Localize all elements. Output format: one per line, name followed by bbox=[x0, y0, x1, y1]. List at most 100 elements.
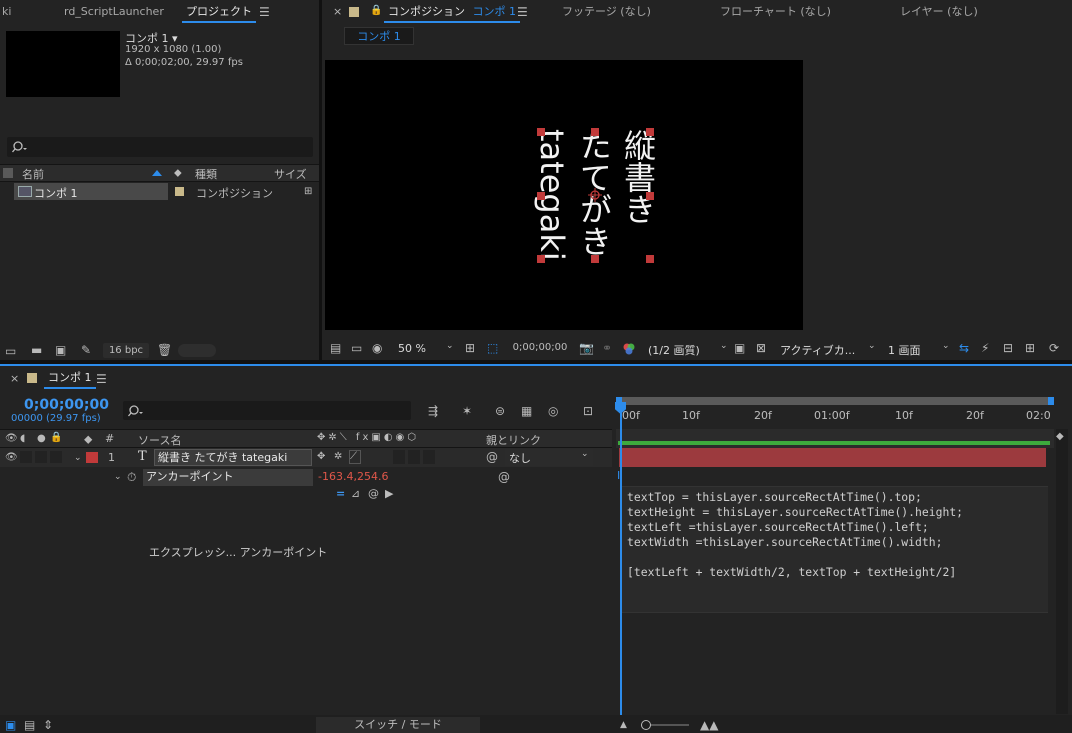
work-area-end-handle[interactable] bbox=[1048, 397, 1054, 405]
project-item-row[interactable]: コンポ 1 bbox=[14, 183, 168, 200]
views-select[interactable]: 1 画面 ⌄ bbox=[884, 341, 954, 357]
tab-layer[interactable]: レイヤー (なし) bbox=[900, 0, 978, 24]
expand-chevron-icon[interactable]: ⌄ bbox=[74, 451, 82, 465]
audio-toggle[interactable] bbox=[20, 451, 32, 463]
bbox-handle-tl[interactable] bbox=[537, 128, 545, 136]
new-folder-icon[interactable]: ▬ bbox=[31, 343, 42, 357]
column-size[interactable]: サイズ bbox=[274, 166, 307, 182]
solo-toggle[interactable] bbox=[35, 451, 47, 463]
breadcrumb[interactable]: コンポ 1 bbox=[344, 27, 414, 45]
layer-duration-bar[interactable] bbox=[619, 448, 1046, 467]
bbox-handle-mr[interactable] bbox=[646, 192, 654, 200]
comp-flowchart-icon[interactable]: ⇶ bbox=[428, 404, 438, 418]
bbox-handle-br[interactable] bbox=[646, 255, 654, 263]
tab-footage[interactable]: フッテージ (なし) bbox=[562, 0, 651, 24]
region-icon[interactable]: ▣ bbox=[734, 341, 745, 355]
layer-label-color[interactable] bbox=[86, 452, 98, 463]
thumbnail-slider[interactable] bbox=[178, 344, 216, 357]
pickwhip-icon[interactable]: @ bbox=[486, 450, 498, 464]
hamburger-icon[interactable]: ☰ bbox=[517, 5, 528, 19]
bbox-handle-bl[interactable] bbox=[537, 255, 545, 263]
camera-select[interactable]: アクティブカ... ⌄ bbox=[776, 341, 880, 357]
close-icon[interactable]: × bbox=[333, 5, 342, 19]
expression-pickwhip-icon[interactable]: @ bbox=[368, 487, 379, 500]
layer-switch-collapse[interactable]: ✲ bbox=[334, 451, 342, 462]
parent-select[interactable]: なし ⌄ bbox=[505, 449, 593, 466]
timecode-display[interactable]: 0;00;00;00 bbox=[510, 342, 570, 353]
layer-switch-anchor[interactable]: ✥ bbox=[317, 451, 325, 462]
region-of-interest-icon[interactable]: ⬚ bbox=[487, 341, 498, 355]
expression-graph-icon[interactable]: ⊿ bbox=[351, 487, 360, 500]
column-source-name[interactable]: ソース名 bbox=[138, 432, 181, 448]
draft-3d-icon[interactable]: ✶ bbox=[462, 404, 472, 418]
work-area-bar[interactable] bbox=[616, 397, 1054, 405]
layer-name[interactable]: 縦書き たてがき tategaki bbox=[154, 449, 312, 466]
tab-timeline-comp[interactable]: コンポ 1 bbox=[44, 366, 95, 390]
graph-editor-icon[interactable]: ⊡ bbox=[583, 404, 593, 418]
horizontal-divider[interactable] bbox=[0, 360, 1072, 364]
column-parent[interactable]: 親とリンク bbox=[486, 432, 541, 448]
zoom-out-icon[interactable]: ▲ bbox=[620, 718, 627, 732]
bbox-handle-tr[interactable] bbox=[646, 128, 654, 136]
lock-icon[interactable]: 🔒 bbox=[370, 5, 382, 16]
expand-chevron-icon[interactable]: ⌄ bbox=[114, 470, 122, 484]
grid-guides-icon[interactable]: ⊞ bbox=[465, 341, 475, 355]
pickwhip-icon[interactable]: @ bbox=[498, 470, 510, 484]
visibility-toggle-icon[interactable]: 👁 bbox=[5, 451, 18, 465]
expression-editor[interactable]: textTop = thisLayer.sourceRectAtTime().t… bbox=[621, 486, 1048, 613]
vertical-divider[interactable] bbox=[319, 0, 322, 362]
column-type[interactable]: 種類 bbox=[195, 166, 217, 182]
tab-flowchart[interactable]: フローチャート (なし) bbox=[720, 0, 831, 24]
close-icon[interactable]: × bbox=[10, 372, 19, 386]
layer-switch-blank-3[interactable] bbox=[423, 450, 435, 464]
transparency-grid-icon[interactable]: ⊠ bbox=[756, 341, 766, 355]
always-preview-icon[interactable]: ▤ bbox=[330, 341, 341, 355]
flowchart-icon[interactable]: ⊞ bbox=[1025, 341, 1035, 355]
transfer-controls-icon[interactable]: ▤ bbox=[24, 718, 35, 732]
shy-icon[interactable]: ⊜ bbox=[495, 404, 505, 418]
current-time[interactable]: 0;00;00;00 bbox=[24, 397, 109, 413]
stopwatch-icon[interactable]: ⏱ bbox=[127, 470, 136, 484]
property-value-x[interactable]: -163.4 bbox=[318, 470, 353, 483]
motion-blur-icon[interactable]: ◎ bbox=[548, 404, 558, 418]
flowchart-icon[interactable]: ⊞ bbox=[304, 186, 312, 197]
switches-modes-toggle[interactable]: スイッチ / モード bbox=[316, 717, 480, 733]
layer-row[interactable]: 👁 ⌄ 1 T 縦書き たてがき tategaki ✥ ✲ ⟋ @ なし ⌄ bbox=[0, 448, 612, 467]
frame-blending-icon[interactable]: ▦ bbox=[521, 404, 532, 418]
composition-canvas[interactable]: 縦書き たてがき tategaki bbox=[325, 60, 803, 330]
hamburger-icon[interactable]: ☰ bbox=[96, 372, 107, 386]
timeline-scrollbar[interactable] bbox=[1056, 429, 1068, 714]
monitor-icon[interactable]: ▭ bbox=[351, 341, 362, 355]
comp-marker-icon[interactable]: ◆ bbox=[1056, 430, 1064, 444]
column-name[interactable]: 名前 bbox=[22, 166, 44, 182]
time-ruler[interactable]: 00f 10f 20f 01:00f 10f 20f 02:0 bbox=[616, 397, 1056, 427]
tab-ki[interactable]: ki bbox=[2, 0, 11, 24]
new-composition-icon[interactable]: ▣ bbox=[55, 343, 66, 357]
in-out-icon[interactable]: ⇕ bbox=[43, 718, 53, 732]
bbox-handle-ml[interactable] bbox=[537, 192, 545, 200]
reset-exposure-icon[interactable]: ⟳ bbox=[1049, 341, 1059, 355]
property-value[interactable]: -163.4,254.6 bbox=[318, 470, 388, 483]
fast-preview-icon[interactable]: ⚡ bbox=[981, 341, 989, 355]
playhead[interactable] bbox=[620, 397, 622, 717]
bbox-handle-tm[interactable] bbox=[591, 128, 599, 136]
search-input[interactable] bbox=[7, 137, 313, 157]
tab-project[interactable]: プロジェクト bbox=[182, 0, 256, 24]
expression-language-menu-icon[interactable]: ▶ bbox=[385, 487, 393, 500]
bbox-handle-bm[interactable] bbox=[591, 255, 599, 263]
property-value-y[interactable]: 254.6 bbox=[357, 470, 389, 483]
zoom-slider-thumb[interactable] bbox=[641, 720, 651, 730]
bpc-button[interactable]: 16 bpc bbox=[103, 343, 149, 358]
trash-icon[interactable]: 🗑 bbox=[157, 343, 172, 357]
lock-toggle[interactable] bbox=[50, 451, 62, 463]
toggle-pixel-aspect-icon[interactable]: ⇆ bbox=[959, 341, 969, 355]
property-row[interactable]: ⌄ ⏱ アンカーポイント -163.4,254.6 @ bbox=[0, 468, 612, 487]
layer-switches-icon[interactable]: ▣ bbox=[5, 718, 16, 732]
hamburger-icon[interactable]: ☰ bbox=[259, 5, 270, 19]
zoom-select[interactable]: 50 % ⌄ bbox=[392, 341, 458, 357]
layer-switch-blank-2[interactable] bbox=[408, 450, 420, 464]
interpret-footage-icon[interactable]: ▭ bbox=[5, 344, 16, 358]
snapshot-icon[interactable]: 📷 bbox=[579, 341, 594, 355]
anchor-point-icon[interactable] bbox=[588, 188, 602, 202]
timeline-icon[interactable]: ⊟ bbox=[1003, 341, 1013, 355]
